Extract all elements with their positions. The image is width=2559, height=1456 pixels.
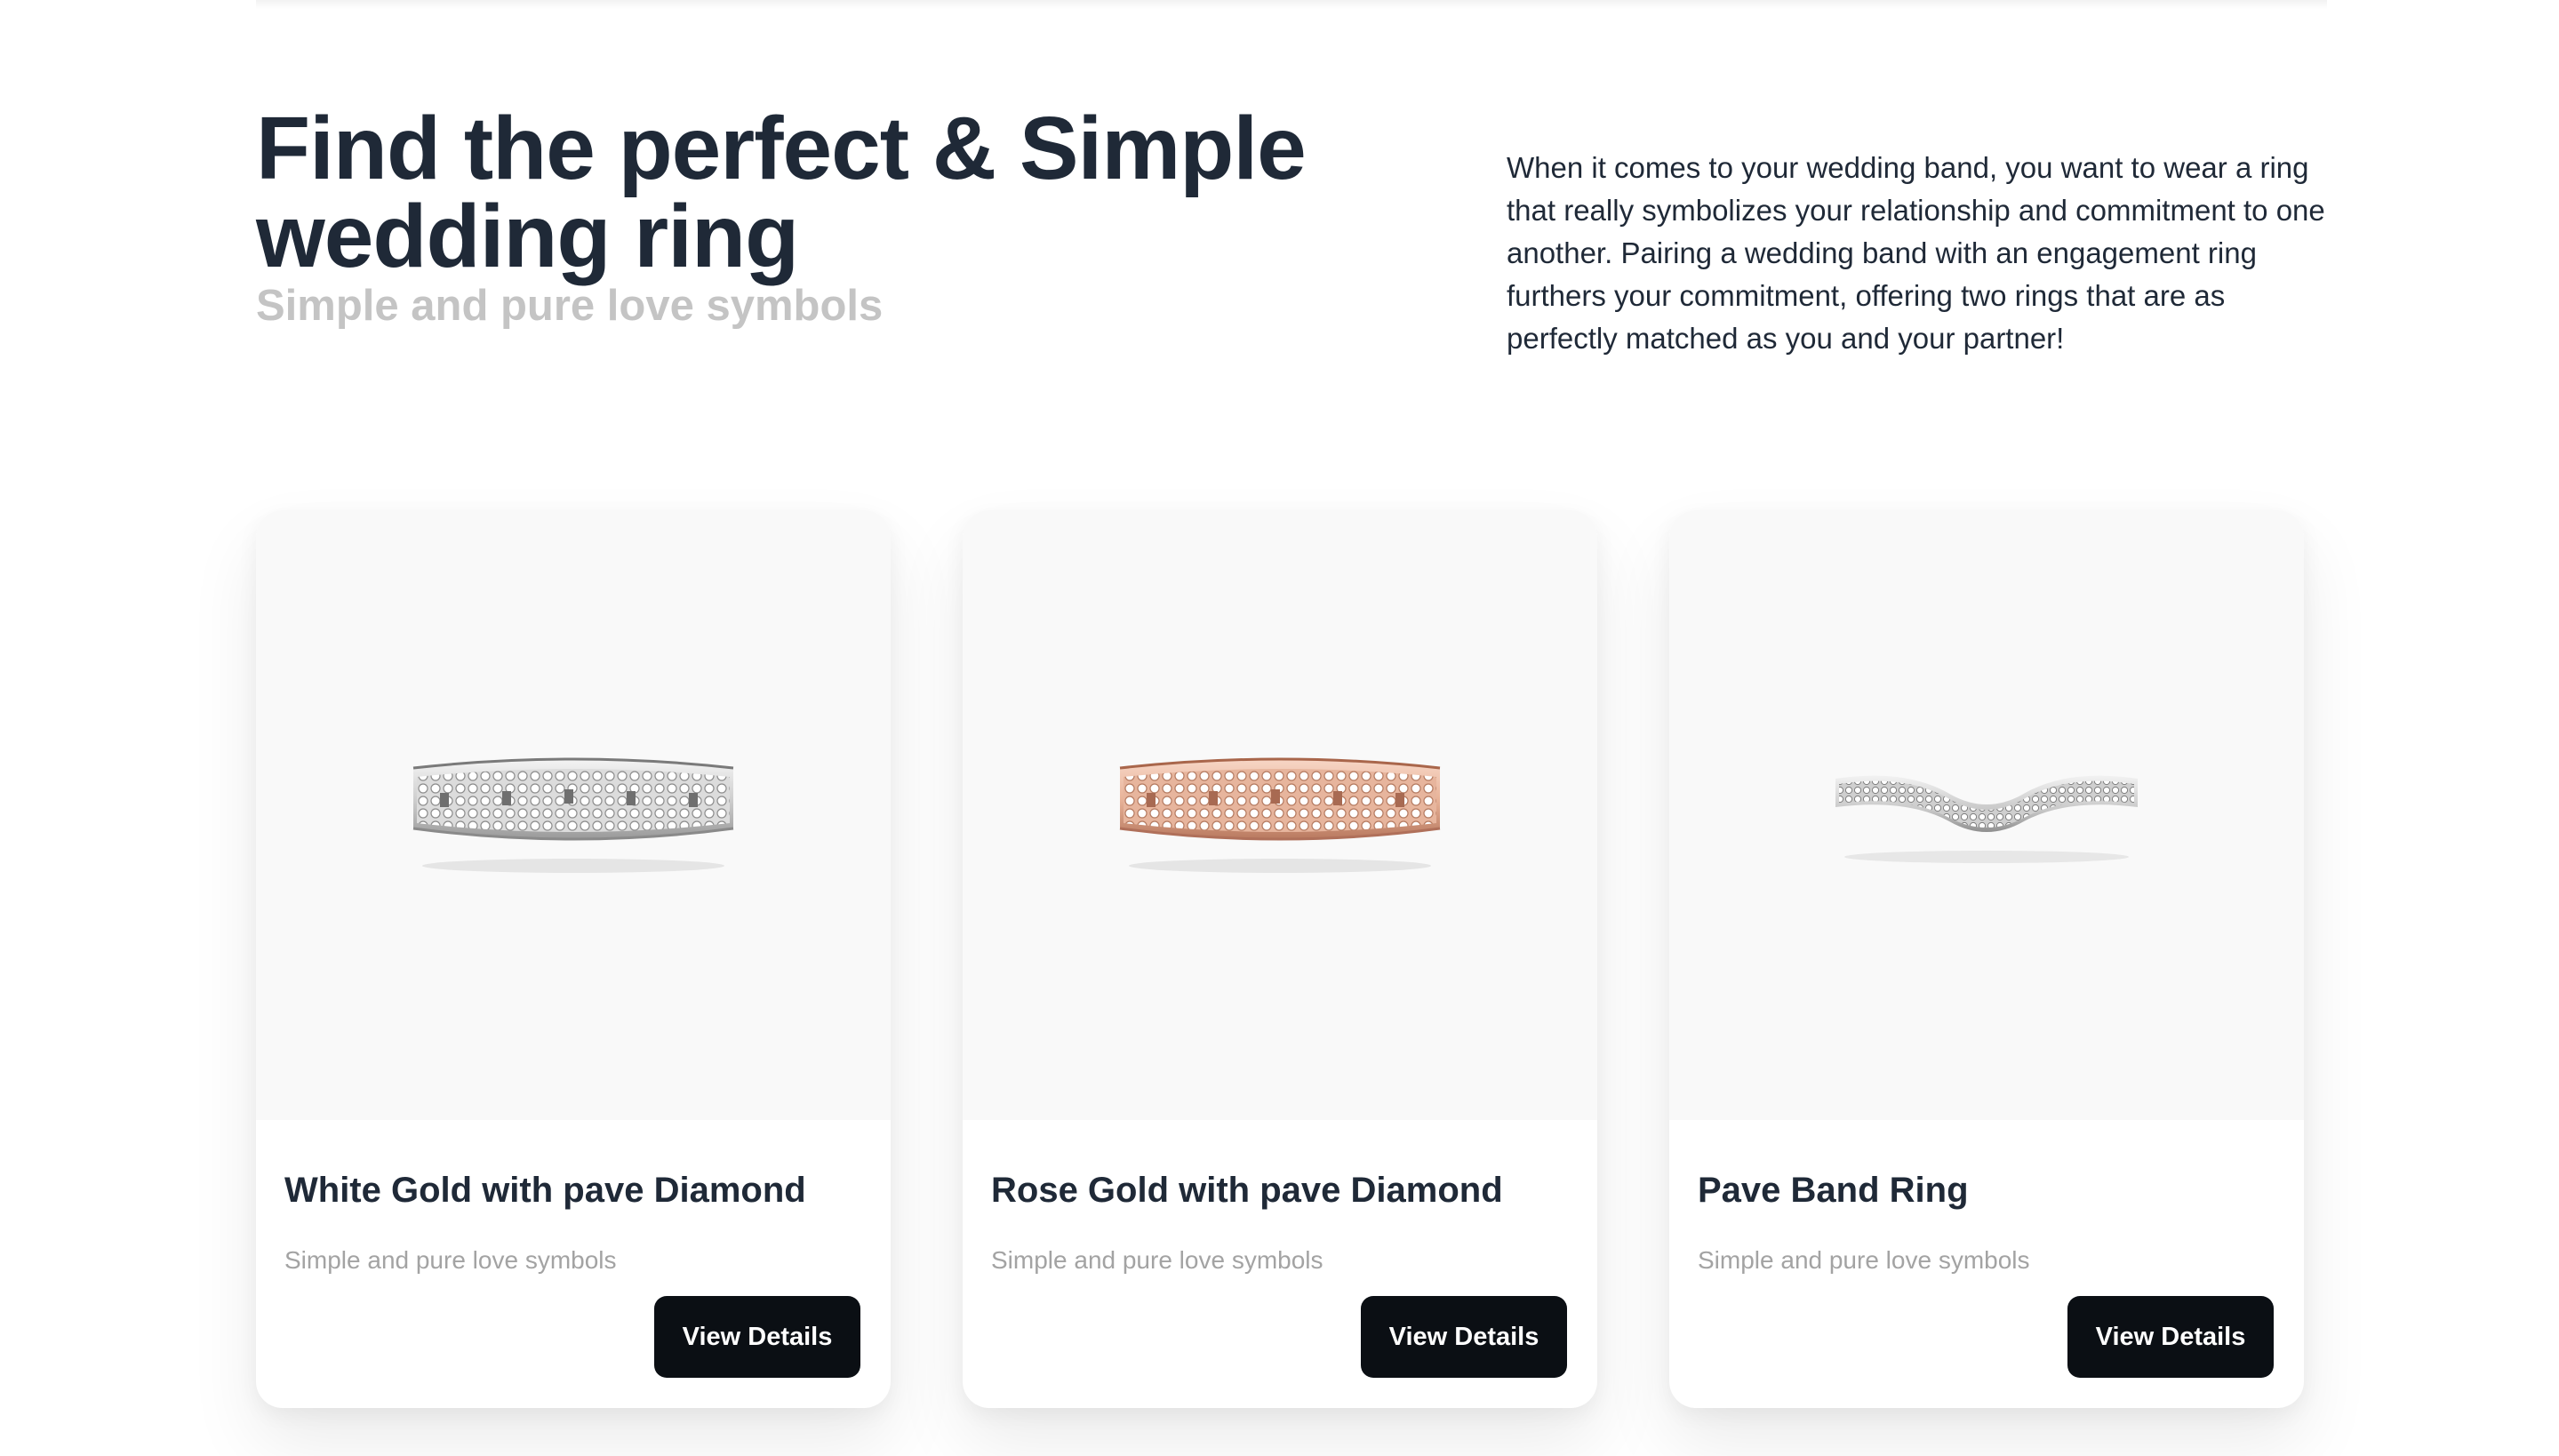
page-title: Find the perfect & Simple wedding ring bbox=[256, 99, 1307, 286]
intro-paragraph: When it comes to your wedding band, you … bbox=[1507, 151, 2325, 355]
white-gold-ring-icon bbox=[412, 757, 734, 873]
product-title: Pave Band Ring bbox=[1698, 1171, 1969, 1210]
curved-pave-ring-icon bbox=[1835, 775, 2138, 863]
view-details-button[interactable]: View Details bbox=[654, 1296, 860, 1378]
product-card: Rose Gold with pave Diamond Simple and p… bbox=[963, 510, 1597, 1408]
product-title: White Gold with pave Diamond bbox=[284, 1171, 806, 1210]
top-shadow-edge bbox=[256, 0, 2327, 9]
product-subtitle: Simple and pure love symbols bbox=[284, 1246, 617, 1274]
hero-section: Find the perfect & Simple wedding ring S… bbox=[256, 99, 1411, 332]
view-details-button[interactable]: View Details bbox=[1361, 1296, 1567, 1378]
product-image bbox=[256, 510, 891, 1120]
rose-gold-ring-icon bbox=[1119, 757, 1441, 873]
product-card: White Gold with pave Diamond Simple and … bbox=[256, 510, 891, 1408]
product-grid: White Gold with pave Diamond Simple and … bbox=[256, 510, 2304, 1408]
product-title: Rose Gold with pave Diamond bbox=[991, 1171, 1503, 1210]
product-subtitle: Simple and pure love symbols bbox=[1698, 1246, 2030, 1274]
product-image bbox=[963, 510, 1597, 1120]
page-subtitle: Simple and pure love symbols bbox=[256, 282, 884, 330]
product-card: Pave Band Ring Simple and pure love symb… bbox=[1669, 510, 2304, 1408]
view-details-button[interactable]: View Details bbox=[2067, 1296, 2274, 1378]
product-subtitle: Simple and pure love symbols bbox=[991, 1246, 1323, 1274]
product-image bbox=[1669, 510, 2304, 1120]
